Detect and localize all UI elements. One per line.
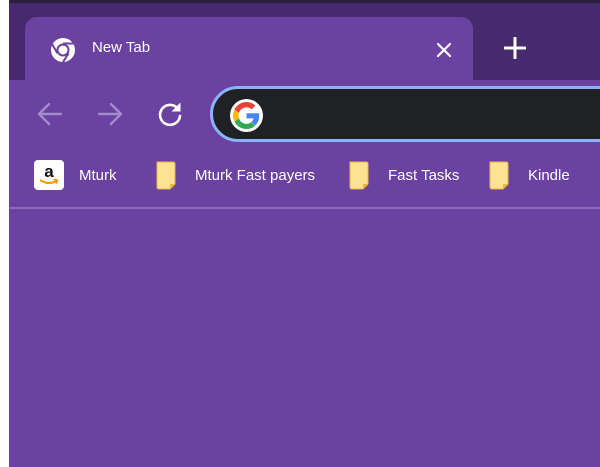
bookmark-label: Kindle (528, 166, 570, 184)
amazon-icon: a (34, 160, 64, 190)
svg-text:a: a (44, 162, 54, 181)
tab-strip: New Tab (9, 0, 600, 81)
forward-arrow-icon (97, 102, 123, 126)
reload-icon (158, 102, 182, 127)
bookmark-folder-fast-tasks[interactable]: Fast Tasks (347, 158, 459, 192)
plus-icon (504, 37, 526, 59)
folder-icon (487, 160, 513, 190)
bookmark-mturk[interactable]: a Mturk (34, 158, 117, 192)
address-bar[interactable] (210, 86, 600, 142)
back-arrow-icon (37, 102, 63, 126)
address-input[interactable] (271, 99, 595, 131)
bookmark-label: Fast Tasks (388, 166, 460, 184)
tab-title: New Tab (92, 39, 151, 56)
browser-window: New Tab a Mturk Mturk Fast payers Fast T… (9, 0, 600, 467)
tab-new-tab[interactable]: New Tab (25, 17, 473, 81)
reload-button[interactable] (152, 96, 188, 132)
new-tab-button[interactable] (499, 32, 531, 64)
title-bar-edge (9, 0, 600, 3)
close-icon[interactable] (431, 37, 457, 63)
bookmark-folder-kindle[interactable]: Kindle (487, 158, 570, 192)
bookmark-label: Mturk Fast payers (195, 166, 316, 184)
bookmark-label: Mturk (79, 166, 117, 184)
folder-icon (347, 160, 373, 190)
folder-icon (154, 160, 180, 190)
bookmark-folder-mturk-fast-payers[interactable]: Mturk Fast payers (154, 158, 315, 192)
google-icon (230, 99, 263, 132)
page-content-area (9, 209, 600, 467)
forward-button[interactable] (92, 96, 128, 132)
chrome-icon (49, 36, 77, 64)
back-button[interactable] (32, 96, 68, 132)
